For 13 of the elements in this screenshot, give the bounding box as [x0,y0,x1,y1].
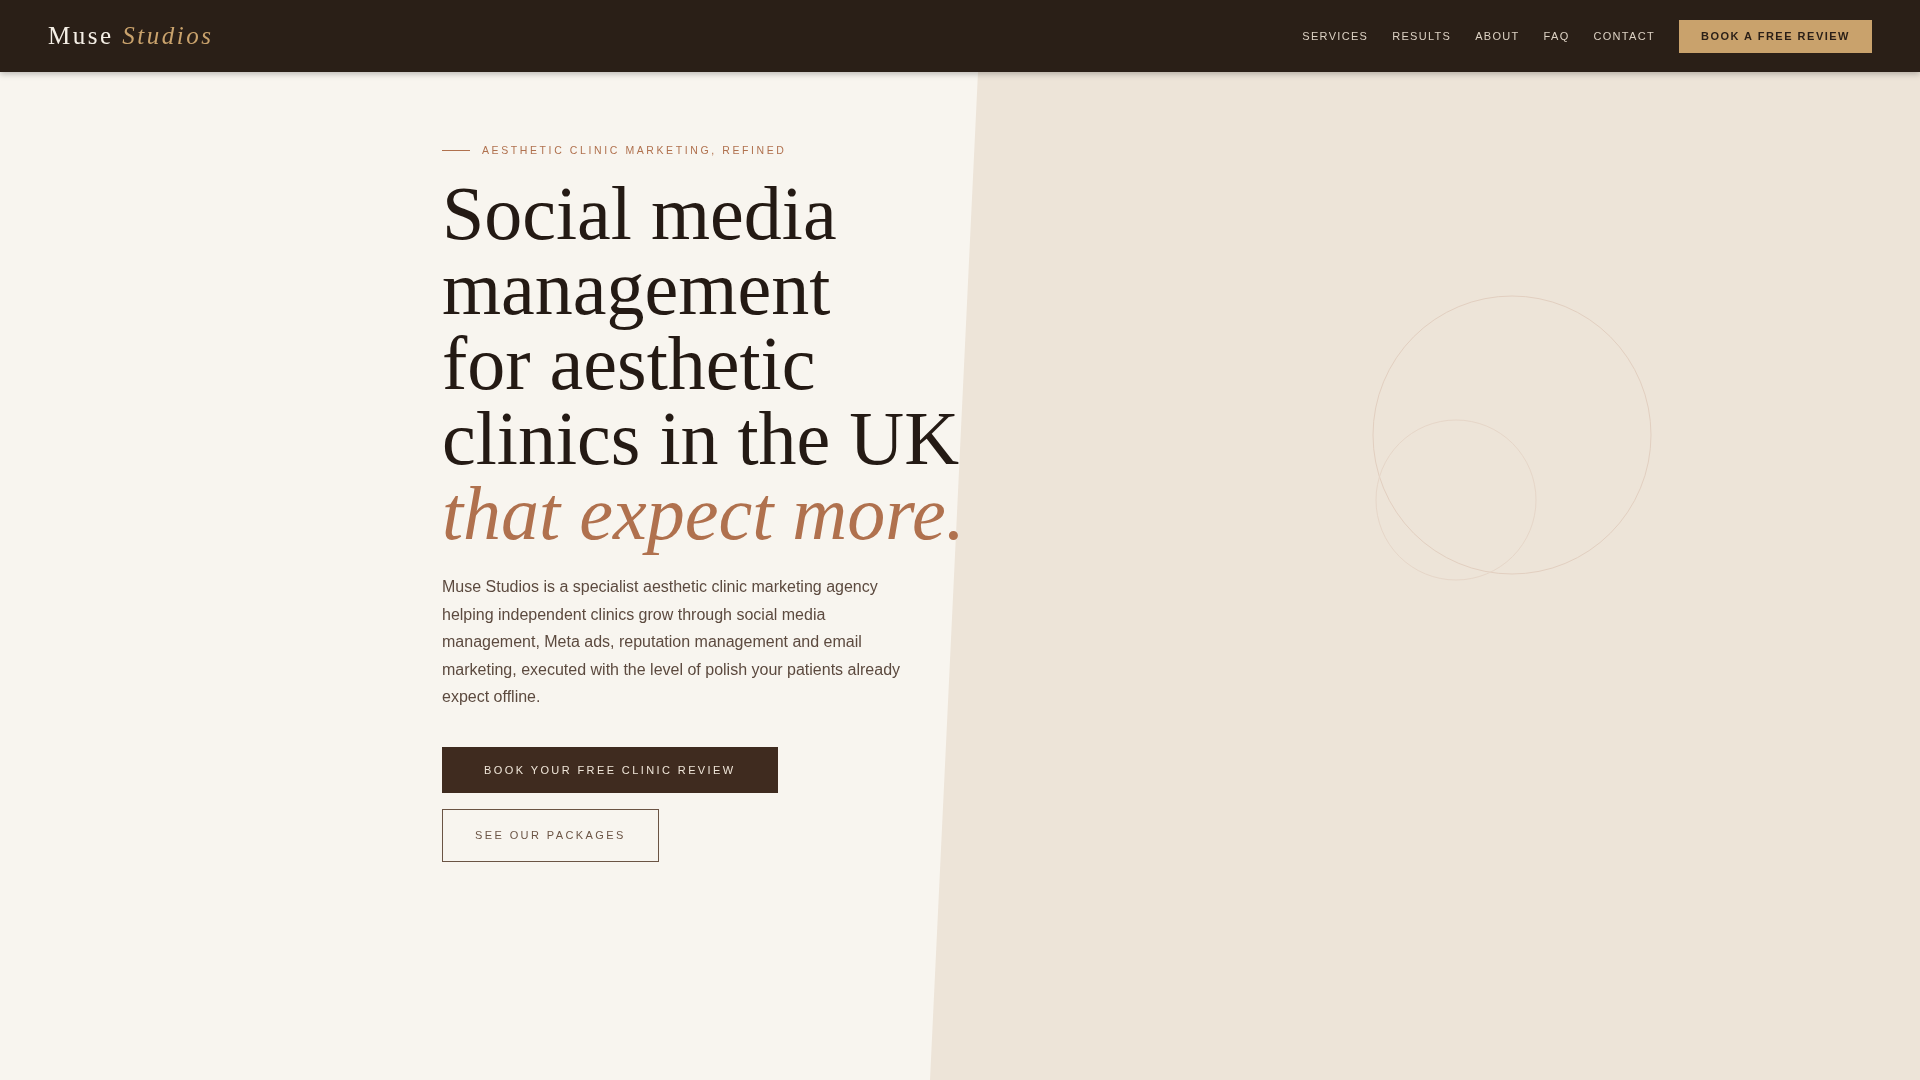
eyebrow-text: AESTHETIC CLINIC MARKETING, REFINED [482,144,787,156]
logo[interactable]: Muse Studios [48,22,214,50]
nav-link[interactable]: ABOUT [1475,30,1520,42]
nav-link[interactable]: CONTACT [1593,30,1655,42]
headline-line: Social media [442,176,838,251]
intro-paragraph: Muse Studios is a specialist aesthetic clinic marketing agency helping independent clinics grow through social media management, Meta ads, reputation management and email marketing, executed with the level of polish your patients already expect offline. [442,577,902,707]
nav-link[interactable]: SERVICES [1302,30,1369,42]
book-review-button[interactable]: BOOK A FREE REVIEW [1678,19,1872,53]
nav-link[interactable]: RESULTS [1392,30,1452,42]
nav-link[interactable]: FAQ [1543,30,1570,42]
book-clinic-review-button[interactable]: BOOK YOUR FREE CLINIC REVIEW [442,746,778,793]
headline-line: clinics in the UK [442,401,961,476]
packages-button[interactable]: SEE OUR PACKAGES [442,808,659,862]
